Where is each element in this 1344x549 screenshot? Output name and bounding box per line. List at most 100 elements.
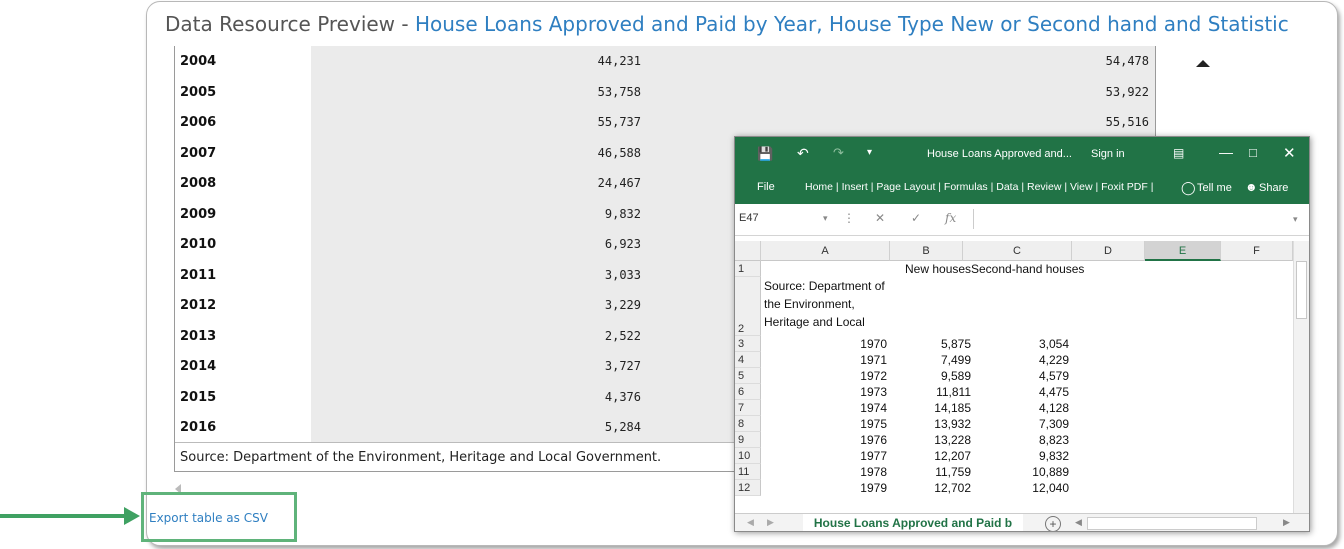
year-cell: 2006 (175, 107, 311, 138)
year-cell: 2005 (175, 76, 311, 108)
ribbon-tabs[interactable]: Home | Insert | Page Layout | Formulas |… (805, 181, 1153, 193)
value-cell: 9,832 (604, 206, 641, 221)
cell-new-houses: 11,811 (936, 385, 971, 399)
minimize-icon[interactable]: — (1219, 144, 1233, 160)
cell-year: 1973 (860, 385, 887, 399)
sheet-tabs-bar: ◀ ▶ House Loans Approved and Paid b + ◀ … (735, 513, 1309, 531)
year-cell: 2016 (175, 412, 311, 443)
title-link[interactable]: House Loans Approved and Paid by Year, H… (415, 12, 1289, 36)
cell-new-houses: 7,499 (940, 353, 971, 367)
table-row: 2004 44,231 54,478 (175, 46, 1155, 77)
cell-second-hand: 4,128 (1038, 401, 1069, 415)
value-cell-secondary: 53,922 (1105, 84, 1149, 99)
cell-new-houses: 14,185 (934, 401, 971, 415)
value-cell: 55,737 (597, 115, 641, 129)
cell-new-houses: 5,875 (940, 337, 971, 351)
row-header[interactable]: 9 (735, 432, 761, 448)
cell-year: 1972 (860, 369, 887, 383)
hscroll-right-icon[interactable]: ▶ (1283, 517, 1290, 528)
row-header[interactable]: 7 (735, 400, 761, 416)
year-cell: 2004 (175, 46, 311, 77)
cell-second-hand: 4,579 (1038, 369, 1069, 383)
cell-year: 1979 (860, 481, 887, 495)
file-tab[interactable]: File (757, 181, 775, 193)
enter-check-icon[interactable]: ✓ (911, 211, 921, 225)
column-header-e[interactable]: E (1145, 241, 1221, 261)
value-cell: 6,923 (604, 237, 641, 251)
column-header-f[interactable]: F (1221, 241, 1293, 261)
sheet-tab-active[interactable]: House Loans Approved and Paid b (803, 514, 1023, 531)
year-cell: 2011 (175, 259, 311, 291)
highlight-arrow-shaft (0, 514, 128, 518)
prev-sheet-icon[interactable]: ◀ (747, 517, 754, 528)
column-header-d[interactable]: D (1072, 241, 1145, 261)
row-header[interactable]: 5 (735, 368, 761, 384)
value-cell: 46,588 (597, 145, 641, 160)
ribbon-display-icon[interactable]: ▤ (1173, 146, 1184, 160)
cell-new-houses: 11,759 (935, 465, 971, 479)
vertical-scroll-thumb[interactable] (1296, 261, 1307, 319)
formula-bar: E47 ▾ ⋮ ✕ ✓ fx ▾ (735, 204, 1309, 236)
row-header[interactable]: 2 (735, 277, 761, 336)
row-header[interactable]: 6 (735, 384, 761, 400)
name-box[interactable]: E47 (739, 212, 759, 224)
select-all-corner[interactable] (735, 241, 761, 261)
table-row: 2006 55,737 55,516 (175, 107, 1155, 138)
row-header[interactable]: 8 (735, 416, 761, 432)
row-header[interactable]: 4 (735, 352, 761, 368)
value-cell: 24,467 (597, 176, 641, 190)
value-cell: 53,758 (597, 84, 641, 99)
name-box-dropdown-icon[interactable]: ▾ (823, 213, 828, 224)
column-header-a[interactable]: A (761, 241, 890, 261)
share-button[interactable]: Share (1259, 182, 1288, 194)
row-header[interactable]: 12 (735, 480, 761, 496)
save-icon[interactable]: 💾 (757, 146, 773, 162)
redo-icon[interactable]: ↷ (833, 145, 844, 161)
cell-b1-header: New houses (905, 262, 972, 276)
lightbulb-icon: ◯ (1181, 180, 1196, 195)
cell-second-hand: 12,040 (1032, 481, 1069, 495)
share-person-icon[interactable]: ☻ (1245, 180, 1258, 194)
cell-c1-header: Second-hand houses (971, 262, 1085, 276)
export-highlight-box (141, 492, 297, 542)
next-sheet-icon[interactable]: ▶ (767, 517, 774, 528)
column-header-b[interactable]: B (890, 241, 963, 261)
worksheet-grid[interactable]: ABCDEF 1 2 3 4 5 6 7 8 9 10 11 12 New houses Second-… (735, 241, 1309, 513)
add-sheet-icon[interactable]: + (1045, 516, 1061, 531)
tell-me-input[interactable]: Tell me (1197, 182, 1232, 194)
row-header[interactable]: 10 (735, 448, 761, 464)
cell-year: 1976 (860, 433, 887, 447)
row-header[interactable]: 11 (735, 464, 761, 480)
value-cell: 3,033 (604, 267, 641, 282)
cell-year: 1978 (860, 465, 887, 479)
value-cell: 3,727 (604, 359, 641, 373)
cell-second-hand: 4,229 (1038, 353, 1069, 367)
quick-access-dropdown-icon[interactable]: ▾ (867, 147, 872, 158)
cell-year: 1970 (860, 337, 887, 351)
page-title: Data Resource Preview - House Loans Appr… (165, 12, 1289, 36)
value-cell: 2,522 (604, 328, 641, 343)
cell-second-hand: 4,475 (1038, 385, 1069, 399)
value-cell: 3,229 (604, 298, 641, 312)
cell-new-houses: 9,589 (940, 369, 971, 383)
maximize-icon[interactable]: □ (1249, 145, 1257, 160)
sign-in-link[interactable]: Sign in (1091, 148, 1125, 160)
close-icon[interactable]: ✕ (1283, 144, 1296, 162)
scroll-up-icon[interactable] (1196, 60, 1210, 67)
value-cell-secondary: 54,478 (1105, 54, 1149, 68)
hscroll-left-icon[interactable]: ◀ (1075, 517, 1082, 528)
horizontal-scrollbar[interactable] (1087, 517, 1257, 530)
cancel-icon[interactable]: ✕ (875, 211, 885, 225)
cell-new-houses: 12,207 (934, 449, 971, 463)
year-cell: 2008 (175, 168, 311, 199)
row-header[interactable]: 3 (735, 336, 761, 352)
vertical-scrollbar[interactable] (1293, 241, 1309, 513)
title-prefix: Data Resource Preview - (165, 12, 415, 36)
row-header[interactable]: 1 (735, 261, 761, 277)
excel-window: 💾 ↶ ↷ ▾ House Loans Approved and... Sign… (734, 136, 1310, 532)
formula-input[interactable] (973, 209, 1295, 229)
column-header-c[interactable]: C (963, 241, 1072, 261)
insert-function-icon[interactable]: fx (945, 211, 956, 225)
value-cell: 4,376 (604, 389, 641, 404)
undo-icon[interactable]: ↶ (797, 145, 809, 162)
